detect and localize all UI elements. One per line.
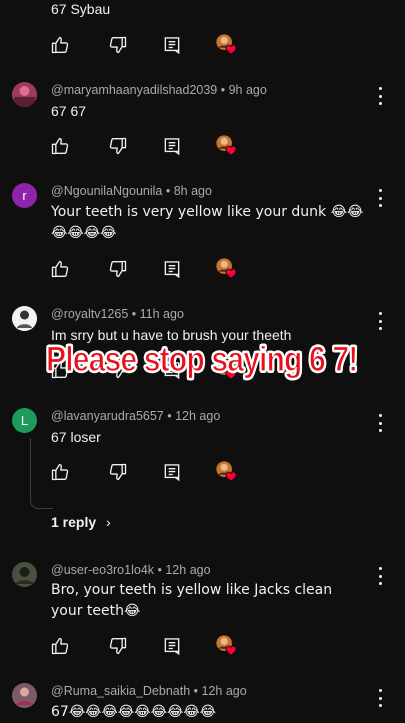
comment-meta: @royaltv1265 • 11h ago bbox=[51, 307, 184, 321]
thumbs-down-icon[interactable] bbox=[108, 462, 128, 482]
comment-text: 67 loser bbox=[51, 429, 101, 445]
comment-actions bbox=[50, 636, 250, 656]
comment-actions bbox=[50, 462, 250, 482]
comment-time: 9h ago bbox=[228, 83, 267, 97]
thumbs-up-icon[interactable] bbox=[50, 636, 70, 656]
comment-meta: @NgounilaNgounila • 8h ago bbox=[51, 184, 212, 198]
comment-actions bbox=[50, 35, 250, 55]
comment-actions bbox=[50, 136, 250, 156]
comment-time: 8h ago bbox=[173, 184, 212, 198]
reply-icon[interactable] bbox=[162, 259, 182, 279]
comment-author[interactable]: @maryamhaanyadilshad2039 bbox=[51, 83, 217, 97]
reply-icon[interactable] bbox=[162, 136, 182, 156]
thumbs-down-icon[interactable] bbox=[108, 636, 128, 656]
thumbs-up-icon[interactable] bbox=[50, 462, 70, 482]
comment-time: 12h ago bbox=[165, 563, 211, 577]
comment-time: 12h ago bbox=[175, 409, 221, 423]
creator-heart-icon bbox=[215, 134, 237, 156]
comment-author[interactable]: @royaltv1265 bbox=[51, 307, 128, 321]
comment-author[interactable]: @Ruma_saikia_Debnath bbox=[51, 684, 190, 698]
reply-icon[interactable] bbox=[162, 35, 182, 55]
thumbs-down-icon[interactable] bbox=[108, 259, 128, 279]
overlay-caption: Please stop saying 6 7! bbox=[45, 339, 358, 379]
avatar[interactable] bbox=[12, 306, 37, 331]
comment-text: 67 Sybau bbox=[51, 1, 111, 17]
comment-text: 67 67 bbox=[51, 103, 87, 119]
thumbs-up-icon[interactable] bbox=[50, 259, 70, 279]
comment-meta: @maryamhaanyadilshad2039 • 9h ago bbox=[51, 83, 267, 97]
avatar[interactable]: r bbox=[12, 183, 37, 208]
comment-text: Your teeth is very yellow like your dunk… bbox=[51, 204, 364, 241]
thumbs-down-icon[interactable] bbox=[108, 35, 128, 55]
comment-meta: @Ruma_saikia_Debnath • 12h ago bbox=[51, 684, 247, 698]
avatar[interactable]: L bbox=[12, 408, 37, 433]
thumbs-up-icon[interactable] bbox=[50, 136, 70, 156]
comment-time: 11h ago bbox=[139, 307, 184, 321]
comment-meta: @lavanyarudra5657 • 12h ago bbox=[51, 409, 221, 423]
comment-actions bbox=[50, 259, 250, 279]
reply-icon[interactable] bbox=[162, 636, 182, 656]
avatar[interactable] bbox=[12, 562, 37, 587]
comment-meta: @user-eo3ro1lo4k • 12h ago bbox=[51, 563, 211, 577]
reply-icon[interactable] bbox=[162, 462, 182, 482]
replies-label: 1 reply bbox=[51, 514, 97, 530]
creator-heart-icon bbox=[215, 634, 237, 656]
thumbs-up-icon[interactable] bbox=[50, 35, 70, 55]
avatar[interactable] bbox=[12, 82, 37, 107]
avatar[interactable] bbox=[12, 683, 37, 708]
more-vert-icon[interactable] bbox=[372, 567, 388, 585]
creator-heart-icon bbox=[215, 460, 237, 482]
comment-time: 12h ago bbox=[201, 684, 247, 698]
comment-text: Bro, your teeth is yellow like Jacks cle… bbox=[51, 582, 333, 619]
reply-thread-line bbox=[30, 438, 53, 509]
comment-author[interactable]: @lavanyarudra5657 bbox=[51, 409, 164, 423]
creator-heart-icon bbox=[215, 257, 237, 279]
thumbs-down-icon[interactable] bbox=[108, 136, 128, 156]
view-replies-button[interactable]: 1 reply › bbox=[51, 514, 111, 530]
creator-heart-icon bbox=[215, 33, 237, 55]
comment-author[interactable]: @NgounilaNgounila bbox=[51, 184, 162, 198]
chevron-right-icon: › bbox=[106, 514, 111, 530]
comment-author[interactable]: @user-eo3ro1lo4k bbox=[51, 563, 154, 577]
